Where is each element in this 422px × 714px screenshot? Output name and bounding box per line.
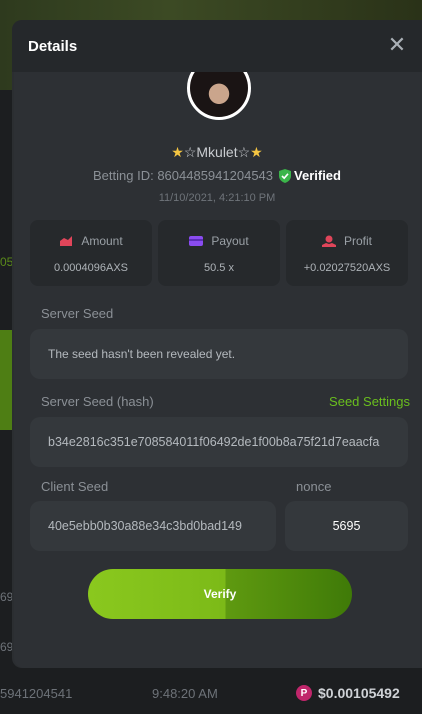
bet-id-tail: 5941204541	[0, 685, 73, 701]
avatar	[187, 72, 251, 120]
stat-profit: Profit +0.02027520AXS	[286, 220, 408, 286]
verified-badge: Verified	[279, 168, 341, 183]
server-seed-label: Server Seed	[41, 306, 114, 321]
server-seed-hash-field[interactable]: b34e2816c351e708584011f06492de1f00b8a75f…	[30, 417, 408, 467]
seed-settings-link[interactable]: Seed Settings	[329, 394, 410, 409]
avatar-image	[190, 72, 248, 117]
star-icon: ★	[171, 144, 184, 160]
amount-icon	[60, 236, 73, 246]
stat-amount: Amount 0.0004096AXS	[30, 220, 152, 286]
verify-button[interactable]: Verify	[88, 569, 352, 619]
stats-row: Amount 0.0004096AXS Payout 50.5 x Profit…	[30, 220, 408, 286]
payout-icon	[189, 236, 204, 246]
verified-label: Verified	[294, 168, 341, 183]
nonce-label: nonce	[296, 479, 332, 494]
stat-value: 0.0004096AXS	[53, 262, 128, 274]
username: Mkulet	[196, 144, 238, 160]
server-seed-hash-label: Server Seed (hash)	[41, 394, 154, 409]
client-seed-label: Client Seed	[41, 479, 109, 494]
stat-value: +0.02027520AXS	[303, 262, 391, 274]
bet-amount-value: $0.00105492	[318, 685, 400, 701]
nonce-field[interactable]: 5695	[285, 501, 408, 551]
stat-label: Amount	[81, 234, 123, 248]
bet-time: 9:48:20 AM	[152, 685, 218, 701]
modal-title: Details	[28, 38, 78, 55]
server-seed-field[interactable]: The seed hasn't been revealed yet.	[30, 329, 408, 379]
betting-id: Betting ID: 8604485941204543	[93, 168, 274, 183]
bet-date: 11/10/2021, 4:21:10 PM	[158, 192, 276, 204]
details-modal: Details ✕ ★☆Mkulet☆★ Betting ID: 8604485…	[12, 20, 422, 668]
betting-id-line: Betting ID: 8604485941204543 Verified	[14, 168, 420, 183]
background-bet-row: 5941204541 9:48:20 AM P $0.00105492	[0, 672, 422, 714]
shield-check-icon	[279, 168, 292, 183]
profit-icon	[321, 235, 336, 247]
close-icon[interactable]: ✕	[386, 34, 408, 56]
modal-body: ★☆Mkulet☆★ Betting ID: 8604485941204543 …	[14, 72, 420, 668]
star-icon: ★	[250, 144, 263, 160]
background-accent	[0, 330, 12, 430]
client-seed-field[interactable]: 40e5ebb0b30a88e34c3bd0bad149	[30, 501, 276, 551]
star-hollow-icon: ☆	[237, 144, 251, 160]
stat-label: Payout	[211, 234, 249, 248]
star-hollow-icon: ☆	[183, 144, 197, 160]
player-name: ★☆Mkulet☆★	[14, 144, 420, 161]
modal-header: Details ✕	[12, 20, 422, 72]
bet-amount: P $0.00105492	[296, 685, 400, 701]
stat-label: Profit	[343, 234, 372, 248]
stat-payout: Payout 50.5 x	[158, 220, 280, 286]
stat-value: 50.5 x	[204, 262, 234, 274]
coin-icon: P	[296, 685, 312, 701]
